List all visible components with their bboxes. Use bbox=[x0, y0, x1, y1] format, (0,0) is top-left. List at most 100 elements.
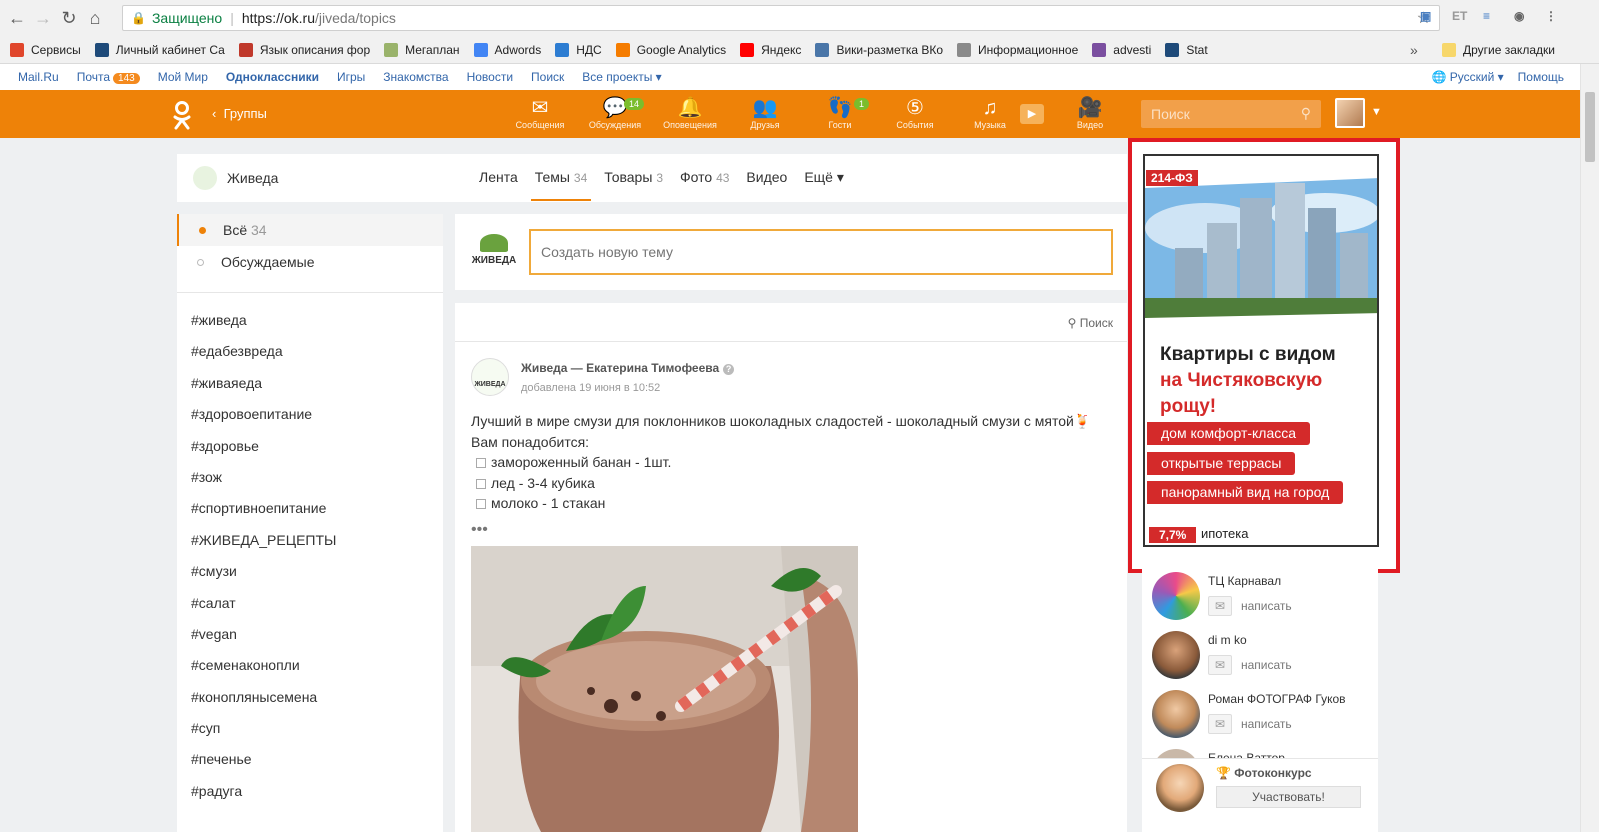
bookmarks-overflow[interactable]: » bbox=[1410, 42, 1418, 58]
hashtag-link[interactable]: #зож bbox=[177, 462, 443, 493]
post-author-avatar[interactable]: ЖИВЕДА bbox=[471, 358, 509, 396]
portal-link-search[interactable]: Поиск bbox=[531, 70, 564, 84]
bookmark-item[interactable]: НДС bbox=[555, 42, 602, 57]
eye-extension-icon[interactable]: ◉ bbox=[1514, 9, 1524, 23]
toolbar-music[interactable]: ♫ Музыка bbox=[955, 96, 1025, 130]
hashtag-link[interactable]: #здоровье bbox=[177, 431, 443, 462]
portal-link-ok[interactable]: Одноклассники bbox=[226, 70, 319, 84]
advertisement-frame[interactable]: 214-ФЗ Квартиры с видом на Чистяковскую р… bbox=[1128, 138, 1400, 573]
toolbar-friends[interactable]: 👥 Друзья bbox=[730, 96, 800, 130]
toolbar-chat[interactable]: 💬 Обсуждения 14 bbox=[580, 96, 650, 130]
hashtag-link[interactable]: #радуга bbox=[177, 776, 443, 807]
hashtag-link[interactable]: #суп bbox=[177, 713, 443, 744]
et-extension-icon[interactable]: ET bbox=[1452, 9, 1467, 23]
bookmark-item[interactable]: Сервисы bbox=[10, 42, 81, 57]
back-arrow-icon[interactable]: ← bbox=[4, 8, 30, 29]
contest-avatar[interactable] bbox=[1156, 764, 1204, 812]
participate-button[interactable]: Участвовать! bbox=[1216, 786, 1361, 808]
hashtag-link[interactable]: #печенье bbox=[177, 744, 443, 775]
user-avatar[interactable] bbox=[1335, 98, 1365, 128]
group-tab[interactable]: Лента bbox=[479, 169, 518, 186]
bookmark-item[interactable]: Adwords bbox=[473, 42, 541, 57]
toolbar-footprints[interactable]: 👣 Гости 1 bbox=[805, 96, 875, 130]
bookmark-item[interactable]: Язык описания фор bbox=[238, 42, 370, 57]
portal-link-news[interactable]: Новости bbox=[467, 70, 513, 84]
help-link[interactable]: Помощь bbox=[1518, 70, 1564, 84]
ad-banner[interactable]: 214-ФЗ Квартиры с видом на Чистяковскую р… bbox=[1143, 154, 1379, 547]
group-name[interactable]: Живеда bbox=[227, 170, 278, 186]
hashtag-link[interactable]: #спортивноепитание bbox=[177, 493, 443, 524]
portal-link-mailru[interactable]: Mail.Ru bbox=[18, 70, 59, 84]
play-icon[interactable]: ▶ bbox=[1020, 104, 1044, 124]
bookmark-item[interactable]: Информационное bbox=[957, 42, 1078, 57]
toolbar-events[interactable]: ⑤ События bbox=[880, 96, 950, 130]
group-logo-icon[interactable] bbox=[193, 166, 217, 190]
new-topic-input[interactable] bbox=[529, 229, 1113, 275]
bookmark-item[interactable]: advesti bbox=[1092, 42, 1151, 57]
bookmark-item[interactable]: Google Analytics bbox=[615, 42, 726, 57]
friend-name[interactable]: di m ko bbox=[1208, 633, 1247, 647]
other-bookmarks[interactable]: Другие закладки bbox=[1442, 42, 1555, 57]
write-message-button[interactable]: ✉ написать bbox=[1208, 655, 1292, 675]
page-scrollbar[interactable] bbox=[1580, 64, 1599, 832]
back-to-groups-link[interactable]: ‹ Группы bbox=[212, 106, 267, 121]
bookmark-item[interactable]: Stat bbox=[1165, 42, 1208, 57]
hashtag-link[interactable]: #смузи bbox=[177, 556, 443, 587]
hashtag-link[interactable]: #коноплянысемена bbox=[177, 682, 443, 713]
hashtag-link[interactable]: #салат bbox=[177, 588, 443, 619]
friend-avatar[interactable] bbox=[1152, 690, 1200, 738]
hashtag-link[interactable]: #живаяеда bbox=[177, 368, 443, 399]
portal-link-dating[interactable]: Знакомства bbox=[383, 70, 448, 84]
friend-item[interactable]: Роман ФОТОГРАФ Гуков ✉ написать bbox=[1142, 690, 1378, 746]
feed-search-button[interactable]: ⚲ Поиск bbox=[1068, 316, 1113, 330]
url-field[interactable]: 🔒 Защищено | https://ok.ru/jiveda/topics… bbox=[122, 5, 1440, 31]
portal-link-myworld[interactable]: Мой Мир bbox=[158, 70, 208, 84]
hashtag-link[interactable]: #живеда bbox=[177, 305, 443, 336]
friend-item[interactable]: di m ko ✉ написать bbox=[1142, 631, 1378, 687]
write-message-button[interactable]: ✉ написать bbox=[1208, 714, 1292, 734]
bookmark-item[interactable]: Вики-разметка ВКо bbox=[815, 42, 943, 57]
write-message-button[interactable]: ✉ написать bbox=[1208, 596, 1292, 616]
filter-all[interactable]: Всё 34 bbox=[177, 214, 443, 246]
portal-link-all-projects[interactable]: Все проекты ▾ bbox=[582, 70, 661, 84]
toolbar-bell[interactable]: 🔔 Оповещения bbox=[655, 96, 725, 130]
caret-down-icon[interactable]: ▼ bbox=[1371, 106, 1382, 118]
bookmark-item[interactable]: Личный кабинет Са bbox=[94, 42, 225, 57]
hashtag-link[interactable]: #семенаконопли bbox=[177, 650, 443, 681]
help-icon[interactable]: ? bbox=[723, 364, 735, 375]
hashtag-link[interactable]: #vegan bbox=[177, 619, 443, 650]
stack-extension-icon[interactable]: ≡ bbox=[1483, 9, 1490, 23]
post-author[interactable]: Живеда — Екатерина Тимофеева? bbox=[521, 361, 735, 375]
portal-link-games[interactable]: Игры bbox=[337, 70, 365, 84]
friend-avatar[interactable] bbox=[1152, 572, 1200, 620]
friend-name[interactable]: Роман ФОТОГРАФ Гуков bbox=[1208, 692, 1346, 706]
menu-dots-icon[interactable]: ⋮ bbox=[1545, 9, 1557, 23]
ok-logo-icon[interactable] bbox=[172, 100, 192, 130]
group-tab[interactable]: Видео bbox=[746, 169, 787, 186]
bookmark-item[interactable]: Яндекс bbox=[740, 42, 801, 57]
language-select[interactable]: 🌐 Русский ▾ bbox=[1431, 70, 1503, 84]
toolbar-video[interactable]: 🎥 Видео bbox=[1055, 96, 1125, 130]
bookmark-item[interactable]: Мегаплан bbox=[384, 42, 460, 57]
reload-icon[interactable]: ↻ bbox=[56, 8, 82, 29]
filter-discussed[interactable]: Обсуждаемые bbox=[177, 246, 443, 278]
toolbar-search-input[interactable]: Поиск ⚲ bbox=[1141, 100, 1321, 128]
home-icon[interactable]: ⌂ bbox=[82, 8, 108, 29]
hashtag-link[interactable]: #едабезвреда bbox=[177, 336, 443, 367]
group-tab[interactable]: Фото 43 bbox=[680, 169, 729, 186]
group-tab[interactable]: Темы 34 bbox=[530, 169, 591, 201]
hashtag-link[interactable]: #ЖИВЕДА_РЕЦЕПТЫ bbox=[177, 525, 443, 556]
toolbar-envelope[interactable]: ✉ Сообщения bbox=[505, 96, 575, 130]
friend-item[interactable]: ТЦ Карнавал ✉ написать bbox=[1142, 572, 1378, 628]
smoothie-photo[interactable] bbox=[471, 546, 858, 832]
search-icon[interactable]: ⚲ bbox=[1301, 105, 1311, 122]
friend-name[interactable]: ТЦ Карнавал bbox=[1208, 574, 1281, 588]
portal-link-mail[interactable]: Почта 143 bbox=[77, 70, 140, 84]
group-tab[interactable]: Товары 3 bbox=[604, 169, 663, 186]
group-tab[interactable]: Ещё ▾ bbox=[804, 169, 844, 186]
forward-arrow-icon[interactable]: → bbox=[30, 8, 56, 29]
scrollbar-thumb[interactable] bbox=[1585, 92, 1595, 162]
friend-avatar[interactable] bbox=[1152, 631, 1200, 679]
hashtag-link[interactable]: #здоровоепитание bbox=[177, 399, 443, 430]
more-ellipsis-button[interactable]: ••• bbox=[471, 521, 488, 539]
